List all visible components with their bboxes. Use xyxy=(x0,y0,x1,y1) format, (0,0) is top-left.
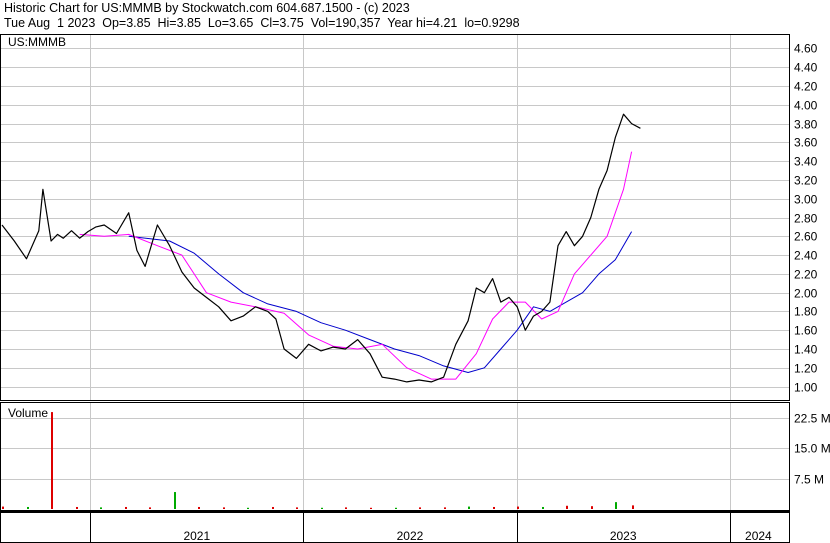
volume-axis-labels: 22.5 M 15.0 M 7.5 M xyxy=(794,412,830,487)
volume-bar xyxy=(566,505,568,509)
volume-bar xyxy=(615,502,617,509)
volume-bar xyxy=(591,506,593,509)
volume-bar xyxy=(395,507,397,509)
volume-bar xyxy=(542,506,544,509)
price-tick-label: 2.20 xyxy=(794,268,818,282)
year-label: 2024 xyxy=(745,529,772,543)
price-tick-label: 3.60 xyxy=(794,136,818,150)
price-line xyxy=(1,113,641,383)
price-tick-label: 3.40 xyxy=(794,155,818,169)
price-lines xyxy=(1,113,641,383)
volume-tick-label: 22.5 M xyxy=(794,412,830,426)
volume-bar xyxy=(321,507,323,509)
price-tick-label: 1.80 xyxy=(794,305,818,319)
year-label: 2021 xyxy=(183,529,210,543)
price-tick-label: 2.40 xyxy=(794,249,818,263)
price-tick-label: 4.20 xyxy=(794,80,818,94)
volume-tick-label: 15.0 M xyxy=(794,442,830,456)
volume-bar xyxy=(419,507,421,509)
price-panel-frame xyxy=(0,34,790,401)
volume-bar xyxy=(51,412,53,509)
stock-chart: 4.60 4.40 4.20 4.00 3.80 3.60 3.40 3.20 3.00 2.80… xyxy=(0,34,830,543)
year-label: 2023 xyxy=(610,529,637,543)
volume-bar xyxy=(76,506,78,509)
symbol-label: US:MMMB xyxy=(8,35,66,49)
price-axis-labels: 4.60 4.40 4.20 4.00 3.80 3.60 3.40 3.20 3.00 2.80… xyxy=(794,42,818,395)
price-tick-label: 4.40 xyxy=(794,61,818,75)
volume-bar xyxy=(223,507,225,509)
volume-bar xyxy=(27,506,29,509)
date-axis-labels: 2021 2022 2023 2024 xyxy=(183,529,772,543)
price-tick-label: 2.60 xyxy=(794,230,818,244)
long-moving-average-line xyxy=(128,231,633,373)
volume-bar xyxy=(149,507,151,509)
price-tick-label: 1.00 xyxy=(794,381,818,395)
volume-bar xyxy=(444,507,446,509)
grid-lines xyxy=(1,35,789,543)
volume-bars xyxy=(2,412,634,509)
volume-bar xyxy=(517,506,519,509)
volume-bar xyxy=(468,506,470,509)
price-tick-label: 1.60 xyxy=(794,324,818,338)
price-tick-label: 3.00 xyxy=(794,193,818,207)
volume-bar xyxy=(345,507,347,509)
volume-tick-label: 7.5 M xyxy=(794,473,824,487)
volume-bar xyxy=(296,507,298,509)
volume-bar xyxy=(198,506,200,509)
year-label: 2022 xyxy=(397,529,424,543)
price-tick-label: 4.00 xyxy=(794,99,818,113)
price-tick-label: 2.80 xyxy=(794,212,818,226)
volume-label: Volume xyxy=(8,406,48,420)
price-tick-label: 3.80 xyxy=(794,118,818,132)
price-tick-label: 3.20 xyxy=(794,174,818,188)
date-axis-frame xyxy=(0,512,790,543)
volume-bar xyxy=(632,505,634,509)
volume-bar xyxy=(493,506,495,509)
price-tick-label: 1.40 xyxy=(794,343,818,357)
price-tick-label: 2.00 xyxy=(794,287,818,301)
chart-root: Historic Chart for US:MMMB by Stockwatch… xyxy=(0,0,830,543)
price-tick-label: 1.20 xyxy=(794,362,818,376)
volume-bar xyxy=(247,507,249,509)
volume-bar xyxy=(100,507,102,509)
volume-bar xyxy=(272,506,274,509)
volume-bar xyxy=(2,506,4,509)
volume-bar xyxy=(125,506,127,509)
volume-bar xyxy=(174,492,176,509)
volume-bar xyxy=(370,507,372,509)
chart-axes xyxy=(0,34,790,543)
price-tick-label: 4.60 xyxy=(794,42,818,56)
short-moving-average-line xyxy=(79,151,633,380)
